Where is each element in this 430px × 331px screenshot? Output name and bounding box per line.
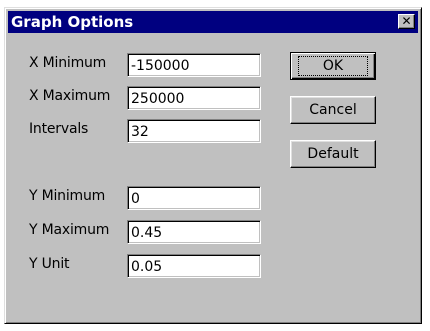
x-minimum-label: X Minimum: [29, 55, 107, 71]
x-maximum-label: X Maximum: [29, 88, 111, 104]
close-icon: ✕: [401, 14, 412, 28]
x-minimum-field[interactable]: [127, 53, 261, 77]
y-minimum-label: Y Minimum: [29, 188, 106, 204]
y-unit-field[interactable]: [127, 254, 261, 278]
title-bar[interactable]: Graph Options ✕: [8, 11, 418, 33]
default-button-label: Default: [307, 146, 359, 162]
default-button[interactable]: Default: [290, 140, 376, 168]
intervals-field[interactable]: [127, 119, 261, 143]
ok-button[interactable]: OK: [290, 52, 376, 80]
graph-options-dialog: Graph Options ✕ X Minimum X Maximum Inte…: [4, 7, 422, 324]
close-button[interactable]: ✕: [398, 14, 415, 29]
cancel-button[interactable]: Cancel: [290, 96, 376, 124]
y-unit-label: Y Unit: [29, 256, 70, 272]
y-maximum-label: Y Maximum: [29, 222, 110, 238]
intervals-label: Intervals: [29, 121, 89, 137]
cancel-button-label: Cancel: [309, 102, 357, 118]
y-minimum-field[interactable]: [127, 186, 261, 210]
window-title: Graph Options: [11, 13, 134, 31]
y-maximum-field[interactable]: [127, 220, 261, 244]
ok-button-label: OK: [297, 56, 369, 76]
x-maximum-field[interactable]: [127, 86, 261, 110]
